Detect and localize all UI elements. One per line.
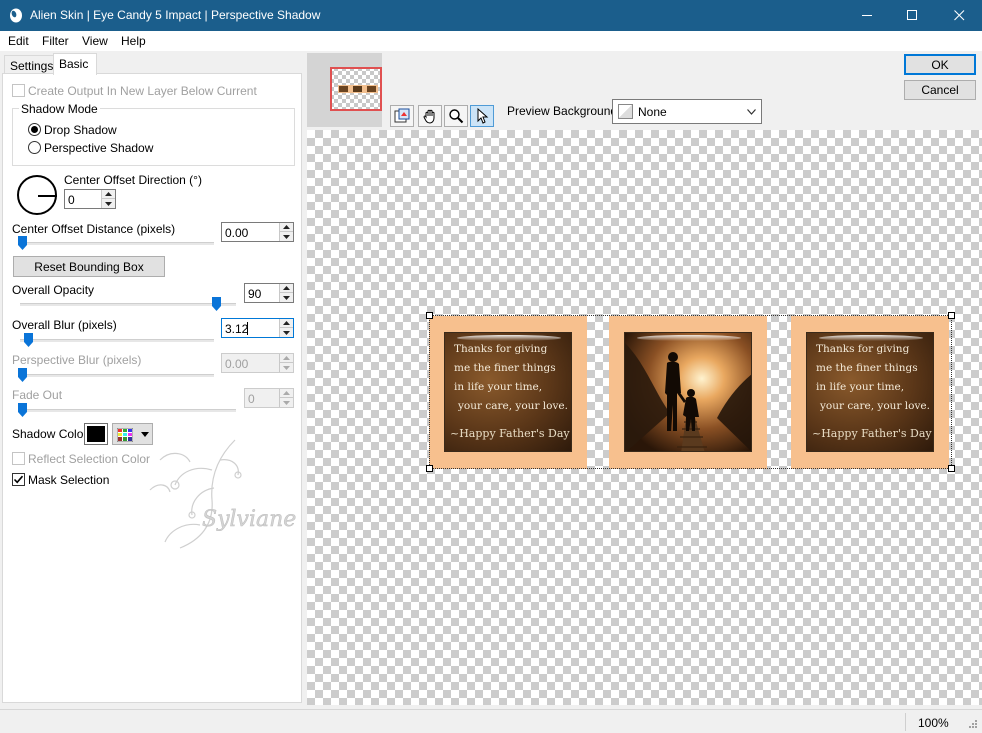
selection-tool[interactable] — [470, 105, 494, 127]
menu-edit[interactable]: Edit — [8, 34, 29, 48]
title-bar: Alien Skin | Eye Candy 5 Impact | Perspe… — [0, 0, 982, 31]
direction-dial[interactable] — [17, 175, 57, 215]
preview-toggle-tool[interactable] — [390, 105, 414, 127]
hand-icon — [423, 109, 435, 124]
slider-thumb[interactable] — [23, 333, 33, 347]
mask-selection-checkbox[interactable] — [12, 473, 25, 486]
navigator-thumbnail[interactable] — [307, 53, 382, 127]
minimize-button[interactable] — [844, 0, 890, 31]
arrow-cursor-icon — [477, 108, 489, 124]
drop-shadow-radio[interactable] — [28, 123, 41, 136]
perspective-blur-label: Perspective Blur (pixels) — [12, 353, 142, 367]
tab-settings[interactable]: Settings — [4, 55, 54, 75]
center-offset-distance-input[interactable]: 0.00 — [221, 222, 294, 242]
magnifier-icon — [449, 109, 464, 124]
overall-opacity-input[interactable]: 90 — [244, 283, 294, 303]
preview-background-label: Preview Background: — [507, 104, 621, 118]
bounding-box-handle[interactable] — [948, 465, 955, 472]
preview-background-select[interactable]: None — [612, 99, 762, 124]
center-offset-distance-slider[interactable] — [20, 242, 214, 245]
color-grid-icon — [117, 428, 133, 442]
maximize-button[interactable] — [889, 0, 935, 31]
tab-basic[interactable]: Basic — [53, 53, 97, 75]
slider-thumb — [18, 368, 27, 382]
cancel-button[interactable]: Cancel — [904, 80, 976, 100]
ok-button[interactable]: OK — [904, 54, 976, 75]
shadow-color-swatch[interactable] — [84, 423, 108, 445]
selection-bounding-box[interactable] — [429, 315, 952, 469]
perspective-shadow-radio[interactable] — [28, 141, 41, 154]
resize-grip-icon[interactable] — [966, 719, 978, 731]
watermark-text: Sylviane — [202, 507, 296, 532]
close-button[interactable] — [936, 0, 982, 31]
create-output-label: Create Output In New Layer Below Current — [28, 84, 257, 98]
menu-help[interactable]: Help — [121, 34, 146, 48]
menu-bar: Edit Filter View Help — [0, 31, 982, 51]
menu-filter[interactable]: Filter — [42, 34, 69, 48]
slider-thumb[interactable] — [212, 297, 222, 311]
create-output-checkbox[interactable] — [12, 84, 25, 97]
background-swatch — [618, 104, 633, 119]
drop-shadow-label: Drop Shadow — [44, 123, 117, 137]
sylviane-watermark: Sylviane — [149, 439, 297, 549]
spin-up-icon[interactable] — [280, 223, 293, 232]
spin-down-icon — [280, 398, 293, 407]
spin-up-icon[interactable] — [102, 190, 115, 199]
center-offset-direction-label: Center Offset Direction (°) — [64, 173, 202, 187]
spin-down-icon — [280, 363, 293, 372]
reflect-selection-color-label: Reflect Selection Color — [28, 452, 151, 466]
preview-canvas[interactable]: Thanks for giving me the finer things in… — [307, 130, 982, 705]
zoom-level: 100% — [918, 716, 949, 730]
spin-down-icon[interactable] — [280, 232, 293, 241]
fade-out-label: Fade Out — [12, 388, 63, 402]
spin-down-icon[interactable] — [280, 293, 293, 302]
window-title: Alien Skin | Eye Candy 5 Impact | Perspe… — [30, 8, 321, 22]
shadow-mode-group — [12, 108, 295, 166]
overall-blur-label: Overall Blur (pixels) — [12, 318, 117, 332]
center-offset-direction-input[interactable]: 0 — [64, 189, 116, 209]
spin-up-icon[interactable] — [280, 284, 293, 293]
bounding-box-handle[interactable] — [426, 465, 433, 472]
overall-blur-input[interactable]: 3.12 — [221, 318, 294, 338]
reflect-selection-color-checkbox[interactable] — [12, 452, 25, 465]
fade-out-slider — [20, 409, 236, 412]
slider-thumb[interactable] — [18, 236, 27, 250]
spin-down-icon[interactable] — [102, 199, 115, 208]
checkmark-icon — [13, 475, 24, 484]
shadow-mode-label: Shadow Mode — [19, 102, 100, 116]
spin-down-icon[interactable] — [280, 328, 293, 337]
perspective-blur-input: 0.00 — [221, 353, 294, 373]
perspective-shadow-label: Perspective Shadow — [44, 141, 154, 155]
zoom-tool[interactable] — [444, 105, 468, 127]
spin-up-icon[interactable] — [280, 319, 293, 328]
overall-opacity-label: Overall Opacity — [12, 283, 95, 297]
reset-bounding-box-button[interactable]: Reset Bounding Box — [13, 256, 165, 277]
perspective-blur-slider — [20, 374, 214, 377]
menu-view[interactable]: View — [82, 34, 108, 48]
bounding-box-handle[interactable] — [426, 312, 433, 319]
shadow-color-label: Shadow Color — [12, 427, 88, 441]
fade-out-input: 0 — [244, 388, 294, 408]
mask-selection-label: Mask Selection — [28, 473, 110, 487]
center-offset-distance-label: Center Offset Distance (pixels) — [12, 222, 176, 236]
preview-window-icon — [394, 108, 410, 123]
slider-thumb — [18, 403, 27, 417]
spin-up-icon — [280, 389, 293, 398]
bounding-box-handle[interactable] — [948, 312, 955, 319]
overall-blur-slider[interactable] — [20, 339, 214, 342]
status-bar: 100% — [0, 709, 982, 733]
spin-up-icon — [280, 354, 293, 363]
chevron-down-icon — [747, 109, 756, 115]
alien-skin-logo-icon — [10, 8, 22, 23]
hand-tool[interactable] — [418, 105, 442, 127]
overall-opacity-slider[interactable] — [20, 303, 236, 306]
